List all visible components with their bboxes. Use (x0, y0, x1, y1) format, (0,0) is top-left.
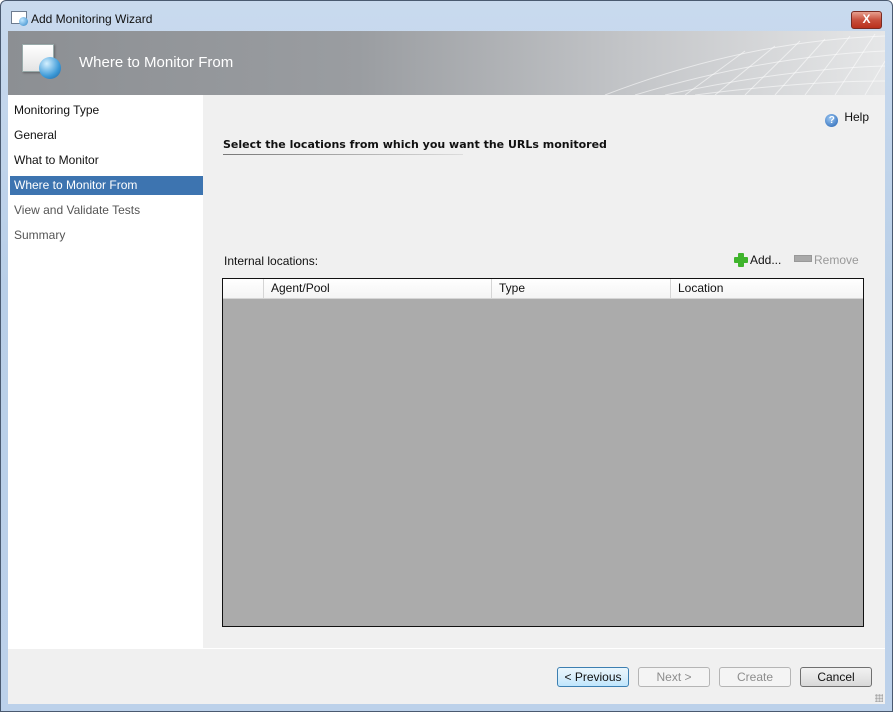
add-button[interactable]: Add... (734, 253, 781, 267)
previous-button[interactable]: < Previous (557, 667, 629, 687)
create-button[interactable]: Create (719, 667, 791, 687)
plus-icon (734, 253, 748, 267)
help-label: Help (844, 110, 869, 124)
wizard-window: Add Monitoring Wizard X Where to Monitor… (0, 0, 893, 712)
help-icon: ? (825, 114, 839, 127)
step-monitoring-type[interactable]: Monitoring Type (10, 101, 203, 120)
resize-grip[interactable] (875, 694, 883, 702)
column-header-agent-pool[interactable]: Agent/Pool (264, 279, 492, 298)
step-view-and-validate-tests[interactable]: View and Validate Tests (10, 201, 203, 220)
help-link[interactable]: ? Help (825, 110, 869, 127)
minus-icon (794, 255, 812, 262)
main-panel: ? Help Select the locations from which yo… (203, 95, 885, 648)
window-title: Add Monitoring Wizard (31, 12, 153, 26)
title-bar[interactable]: Add Monitoring Wizard X (1, 1, 892, 31)
column-header-select[interactable] (223, 279, 264, 298)
step-summary[interactable]: Summary (10, 226, 203, 245)
heading-divider (223, 154, 463, 155)
grid-header: Agent/Pool Type Location (223, 279, 863, 299)
step-where-to-monitor-from[interactable]: Where to Monitor From (10, 176, 203, 195)
footer-divider (8, 648, 885, 649)
add-label: Add... (750, 253, 782, 267)
column-header-location[interactable]: Location (671, 279, 863, 298)
cancel-button[interactable]: Cancel (800, 667, 872, 687)
internal-locations-label: Internal locations: (224, 254, 319, 268)
step-what-to-monitor[interactable]: What to Monitor (10, 151, 203, 170)
wizard-icon (22, 44, 61, 79)
page-title: Where to Monitor From (79, 54, 234, 71)
remove-label: Remove (814, 253, 859, 267)
internal-locations-grid[interactable]: Agent/Pool Type Location (222, 278, 864, 627)
app-icon (11, 11, 28, 26)
header-banner: Where to Monitor From (8, 31, 885, 95)
banner-grid-graphic (604, 33, 885, 95)
wizard-client: Where to Monitor From Monitoring Type Ge… (8, 31, 885, 704)
column-header-type[interactable]: Type (492, 279, 671, 298)
next-button[interactable]: Next > (638, 667, 710, 687)
wizard-steps: Monitoring Type General What to Monitor … (8, 95, 203, 648)
step-general[interactable]: General (10, 126, 203, 145)
close-button[interactable]: X (851, 11, 882, 29)
remove-button[interactable]: Remove (794, 253, 859, 267)
section-heading: Select the locations from which you want… (223, 138, 607, 151)
